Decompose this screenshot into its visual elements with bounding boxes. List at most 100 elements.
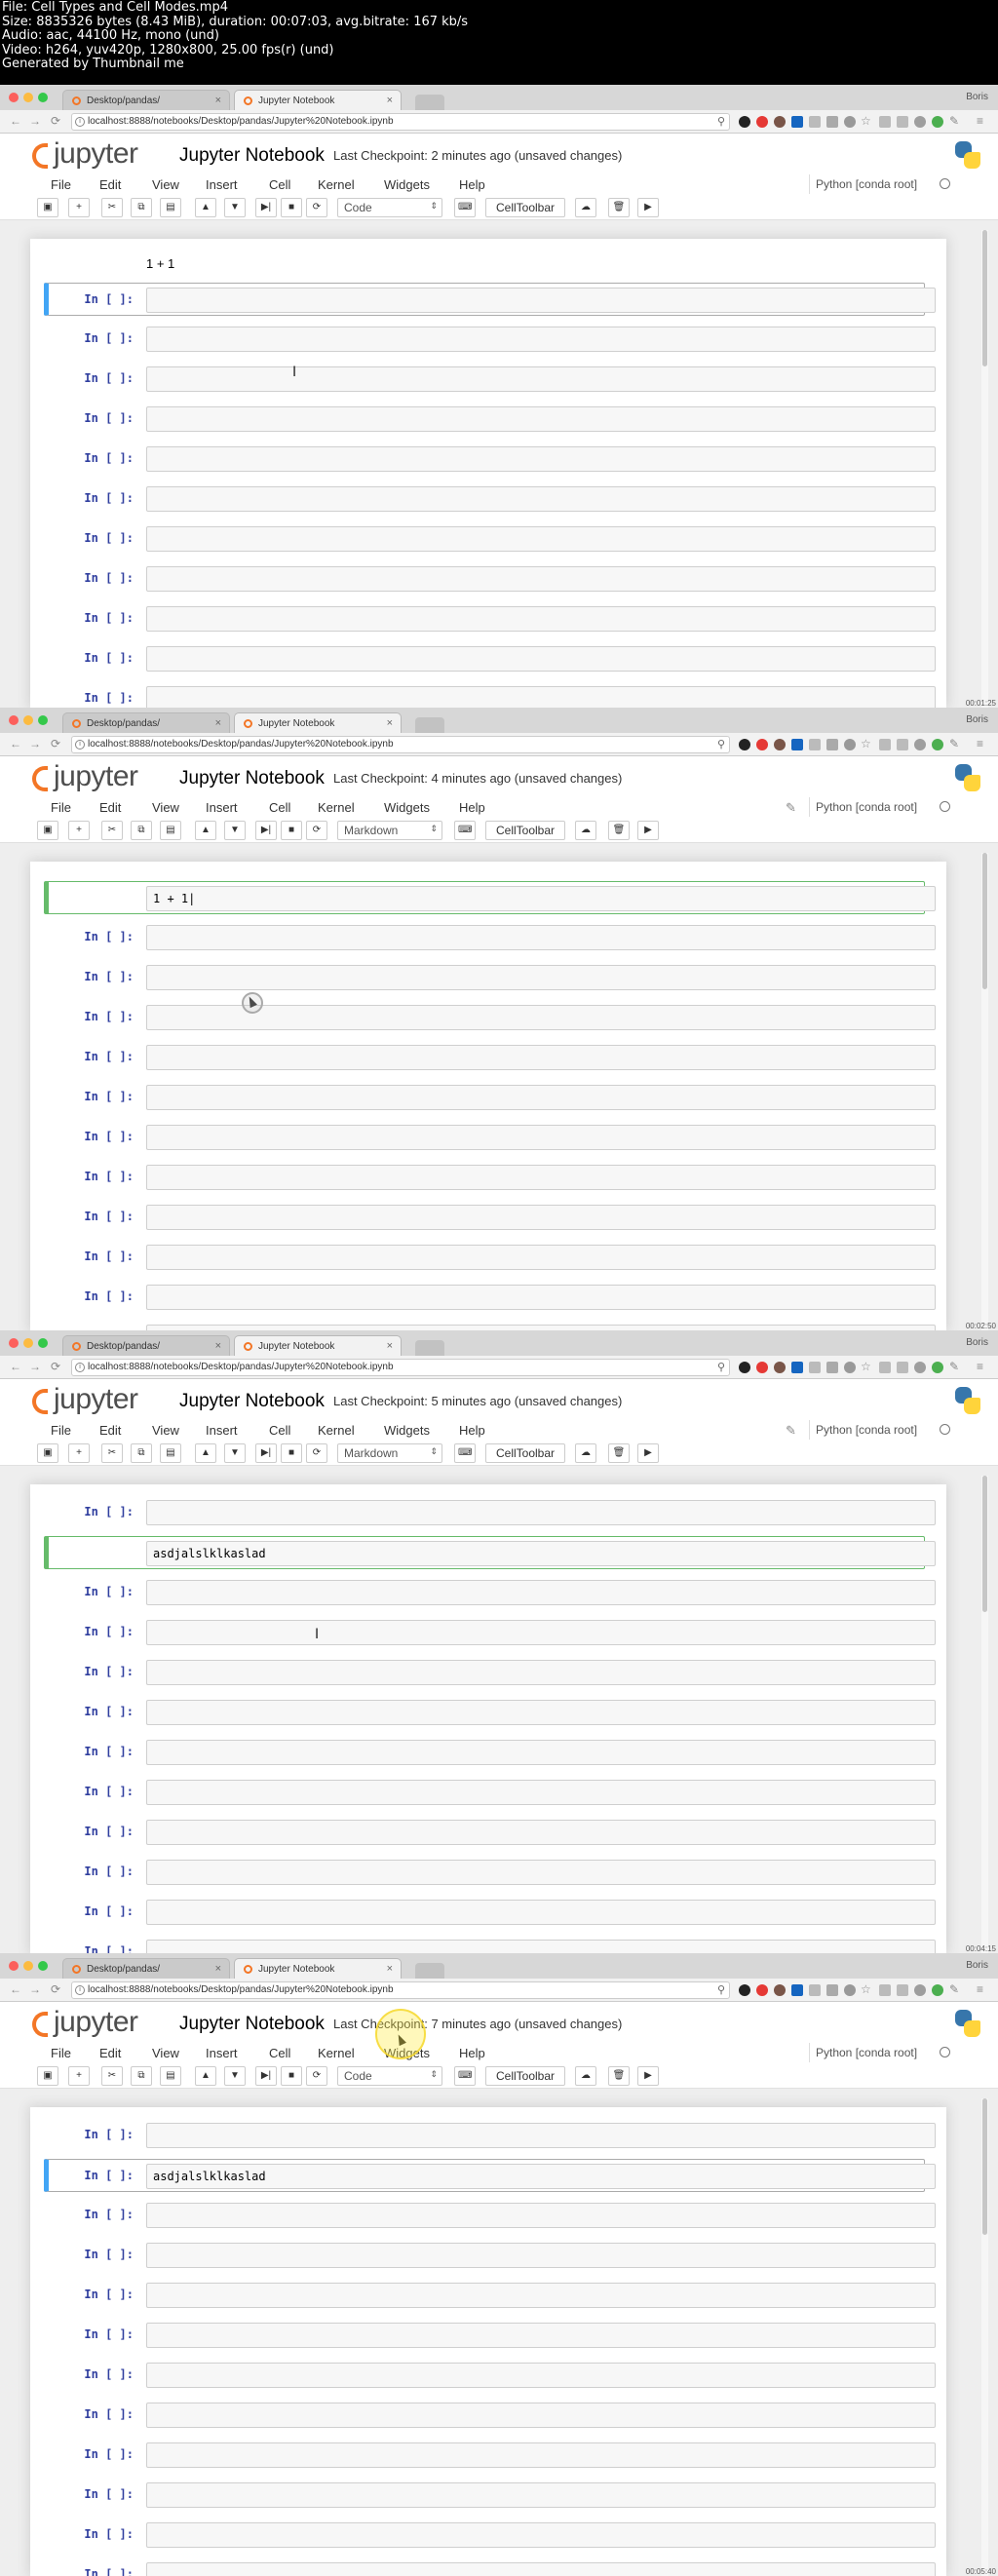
- forward-arrow-icon[interactable]: →: [29, 737, 41, 750]
- cell-input-area[interactable]: [146, 2323, 936, 2348]
- reload-icon[interactable]: ⟳: [51, 1982, 60, 1996]
- extension-icon[interactable]: [826, 1362, 838, 1373]
- cell-input-area[interactable]: [146, 2203, 936, 2228]
- code-cell[interactable]: In [ ]:: [44, 1321, 936, 1330]
- youtube-icon[interactable]: ▶: [637, 1443, 659, 1463]
- adblock-icon[interactable]: [756, 739, 768, 750]
- code-cell[interactable]: In [ ]:: [44, 1496, 936, 1529]
- printer-icon[interactable]: [879, 1984, 891, 1996]
- extension-icon[interactable]: [739, 739, 750, 750]
- code-cell[interactable]: In [ ]:: [44, 682, 936, 708]
- tab-close-icon[interactable]: ×: [387, 95, 393, 106]
- extension-icon[interactable]: [809, 116, 821, 128]
- run-cell-icon[interactable]: ▶|: [255, 1443, 277, 1463]
- maximize-window-icon[interactable]: [38, 93, 48, 102]
- cell-input-area[interactable]: [146, 1205, 936, 1230]
- tab-close-icon[interactable]: ×: [387, 1963, 393, 1975]
- code-cell[interactable]: In [ ]:: [44, 1856, 936, 1889]
- star-icon[interactable]: ☆: [861, 737, 871, 750]
- code-cell[interactable]: In [ ]:: [44, 482, 936, 516]
- url-input[interactable]: i localhost:8888/notebooks/Desktop/panda…: [71, 113, 730, 131]
- cell-input-area[interactable]: [146, 2482, 936, 2508]
- code-cell[interactable]: In [ ]:: [44, 2239, 936, 2272]
- pen-icon[interactable]: ✎: [949, 1982, 959, 1996]
- cell-input-area[interactable]: [146, 2363, 936, 2388]
- youtube-icon[interactable]: ▶: [637, 198, 659, 217]
- save-icon[interactable]: ▣: [37, 198, 58, 217]
- new-tab-button[interactable]: [415, 1340, 444, 1356]
- restart-kernel-icon[interactable]: ⟳: [306, 198, 327, 217]
- upload-cloud-icon[interactable]: ☁: [575, 821, 596, 840]
- minimize-window-icon[interactable]: [23, 1338, 33, 1348]
- adblock-icon[interactable]: [756, 116, 768, 128]
- code-cell[interactable]: In [ ]:: [44, 642, 936, 675]
- reload-icon[interactable]: ⟳: [51, 737, 60, 750]
- minimize-window-icon[interactable]: [23, 715, 33, 725]
- interrupt-kernel-icon[interactable]: ■: [281, 198, 302, 217]
- code-cell[interactable]: In [ ]:: [44, 1936, 936, 1953]
- extension-icon[interactable]: [914, 1362, 926, 1373]
- cut-icon[interactable]: ✂: [101, 1443, 123, 1463]
- url-input[interactable]: i localhost:8888/notebooks/Desktop/panda…: [71, 1359, 730, 1376]
- cell-input-area[interactable]: [146, 1740, 936, 1765]
- browser-menu-icon[interactable]: ≡: [977, 737, 983, 750]
- upload-cloud-icon[interactable]: ☁: [575, 1443, 596, 1463]
- extension-icon[interactable]: [791, 1362, 803, 1373]
- trash-icon[interactable]: 🗑: [608, 2066, 630, 2086]
- code-cell[interactable]: In [ ]:: [44, 2518, 936, 2552]
- browser-tab-notebook[interactable]: Jupyter Notebook ×: [234, 1958, 402, 1979]
- pen-icon[interactable]: ✎: [949, 1360, 959, 1373]
- move-up-icon[interactable]: ▲: [195, 2066, 216, 2086]
- cell-input-area[interactable]: [146, 2442, 936, 2468]
- browser-tab-desktop[interactable]: Desktop/pandas/ ×: [62, 1958, 230, 1979]
- extension-icon[interactable]: [897, 1362, 908, 1373]
- browser-tab-desktop[interactable]: Desktop/pandas/ ×: [62, 90, 230, 110]
- extension-icon[interactable]: [897, 116, 908, 128]
- cut-icon[interactable]: ✂: [101, 198, 123, 217]
- browser-tab-desktop[interactable]: Desktop/pandas/ ×: [62, 712, 230, 733]
- move-down-icon[interactable]: ▼: [224, 2066, 246, 2086]
- cell-input-area[interactable]: [146, 288, 936, 313]
- extension-icon[interactable]: [932, 1362, 943, 1373]
- maximize-window-icon[interactable]: [38, 715, 48, 725]
- close-window-icon[interactable]: [9, 1961, 19, 1971]
- code-cell[interactable]: In [ ]:: [44, 961, 936, 994]
- command-palette-icon[interactable]: ⌨: [454, 198, 477, 217]
- extension-icon[interactable]: [932, 116, 943, 128]
- code-cell[interactable]: In [ ]:: [44, 602, 936, 635]
- code-cell[interactable]: In [ ]:: [44, 1896, 936, 1929]
- save-icon[interactable]: ▣: [37, 2066, 58, 2086]
- menu-help[interactable]: Help: [459, 2046, 485, 2060]
- code-cell[interactable]: In [ ]:: [44, 2558, 936, 2576]
- tab-close-icon[interactable]: ×: [215, 1963, 221, 1975]
- cell-input-area[interactable]: [146, 526, 936, 552]
- extension-icon[interactable]: [774, 1362, 786, 1373]
- cell-input-area[interactable]: [146, 965, 936, 990]
- extension-icon[interactable]: [897, 1984, 908, 1996]
- cell-input-area[interactable]: [146, 1780, 936, 1805]
- run-cell-icon[interactable]: ▶|: [255, 2066, 277, 2086]
- extension-icon[interactable]: [809, 1984, 821, 1996]
- cell-input-area[interactable]: [146, 1900, 936, 1925]
- menu-file[interactable]: File: [51, 2046, 71, 2060]
- cell-input-area[interactable]: [146, 925, 936, 950]
- jupyter-logo[interactable]: jupyter: [32, 2006, 169, 2041]
- back-arrow-icon[interactable]: ←: [10, 1982, 21, 1996]
- notebook-name[interactable]: Jupyter Notebook: [179, 768, 325, 789]
- extension-icon[interactable]: [774, 116, 786, 128]
- interrupt-kernel-icon[interactable]: ■: [281, 1443, 302, 1463]
- extension-icon[interactable]: [914, 116, 926, 128]
- youtube-icon[interactable]: ▶: [637, 2066, 659, 2086]
- code-cell[interactable]: In [ ]:: [44, 1081, 936, 1114]
- cell-input-area[interactable]: [146, 446, 936, 472]
- new-tab-button[interactable]: [415, 1963, 444, 1979]
- jupyter-logo[interactable]: jupyter: [32, 760, 169, 795]
- menu-view[interactable]: View: [152, 2046, 179, 2060]
- browser-profile-name[interactable]: Boris: [966, 714, 988, 725]
- copy-icon[interactable]: ⧉: [131, 1443, 152, 1463]
- menu-insert[interactable]: Insert: [206, 800, 238, 815]
- zoom-icon[interactable]: ⚲: [717, 1361, 725, 1373]
- restart-kernel-icon[interactable]: ⟳: [306, 821, 327, 840]
- back-arrow-icon[interactable]: ←: [10, 114, 21, 128]
- printer-icon[interactable]: [879, 739, 891, 750]
